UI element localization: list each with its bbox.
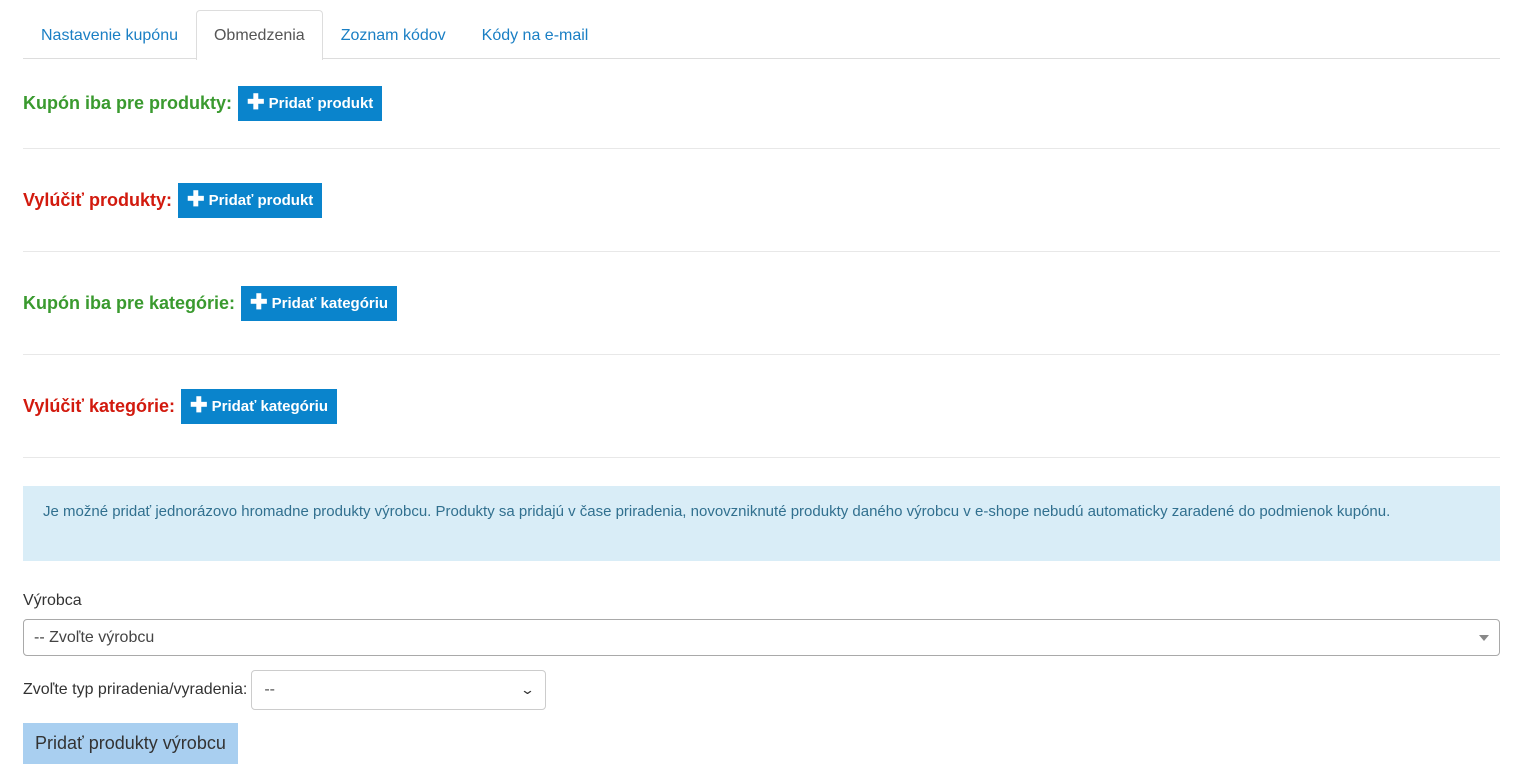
- chevron-down-icon: ⌄: [520, 682, 536, 697]
- manufacturer-selected-value: -- Zvoľte výrobcu: [34, 628, 155, 646]
- section-exclude-categories: Vylúčiť kategórie: ✚ Pridať kategóriu: [23, 355, 1500, 458]
- add-exclude-product-button[interactable]: ✚ Pridať produkt: [177, 182, 323, 218]
- exclude-categories-label: Vylúčiť kategórie:: [23, 395, 176, 416]
- add-include-category-button[interactable]: ✚ Pridať kategóriu: [241, 285, 398, 321]
- tab-restrictions[interactable]: Obmedzenia: [195, 10, 323, 60]
- assignment-type-row: Zvoľte typ priradenia/vyradenia: -- ⌄: [23, 670, 1500, 710]
- section-exclude-products: Vylúčiť produkty: ✚ Pridať produkt: [23, 149, 1500, 252]
- caret-down-icon: [1479, 634, 1489, 641]
- assignment-type-selected-value: --: [264, 681, 275, 698]
- info-alert: Je možné pridať jednorázovo hromadne pro…: [23, 486, 1500, 561]
- tab-coupon-settings[interactable]: Nastavenie kupónu: [23, 10, 196, 60]
- section-include-categories: Kupón iba pre kategórie: ✚ Pridať kategó…: [23, 252, 1500, 355]
- add-include-product-label: Pridať produkt: [268, 95, 374, 112]
- add-exclude-product-label: Pridať produkt: [208, 191, 314, 209]
- add-include-category-label: Pridať kategóriu: [271, 294, 389, 312]
- tab-code-list[interactable]: Zoznam kódov: [323, 10, 464, 60]
- assignment-type-label: Zvoľte typ priradenia/vyradenia:: [23, 681, 248, 698]
- section-include-products: Kupón iba pre produkty: ✚ Pridať produkt: [23, 59, 1500, 149]
- add-manufacturer-products-button[interactable]: Pridať produkty výrobcu: [23, 723, 238, 764]
- plus-icon: ✚: [247, 91, 265, 114]
- plus-icon: ✚: [250, 290, 268, 314]
- manufacturer-select[interactable]: -- Zvoľte výrobcu: [23, 619, 1500, 656]
- tab-email-codes[interactable]: Kódy na e-mail: [464, 10, 607, 60]
- coupon-restrictions-panel: Nastavenie kupónu Obmedzenia Zoznam kódo…: [23, 10, 1500, 764]
- add-exclude-category-label: Pridať kategóriu: [211, 397, 329, 415]
- add-include-product-button[interactable]: ✚ Pridať produkt: [238, 86, 383, 121]
- add-exclude-category-button[interactable]: ✚ Pridať kategóriu: [181, 388, 338, 424]
- include-products-label: Kupón iba pre produkty:: [23, 93, 232, 113]
- plus-icon: ✚: [190, 393, 208, 417]
- tab-bar: Nastavenie kupónu Obmedzenia Zoznam kódo…: [23, 10, 1500, 60]
- plus-icon: ✚: [186, 187, 205, 211]
- manufacturer-label: Výrobca: [23, 592, 82, 609]
- exclude-products-label: Vylúčiť produkty:: [23, 189, 172, 210]
- include-categories-label: Kupón iba pre kategórie:: [23, 292, 236, 313]
- assignment-type-select[interactable]: -- ⌄: [251, 670, 547, 710]
